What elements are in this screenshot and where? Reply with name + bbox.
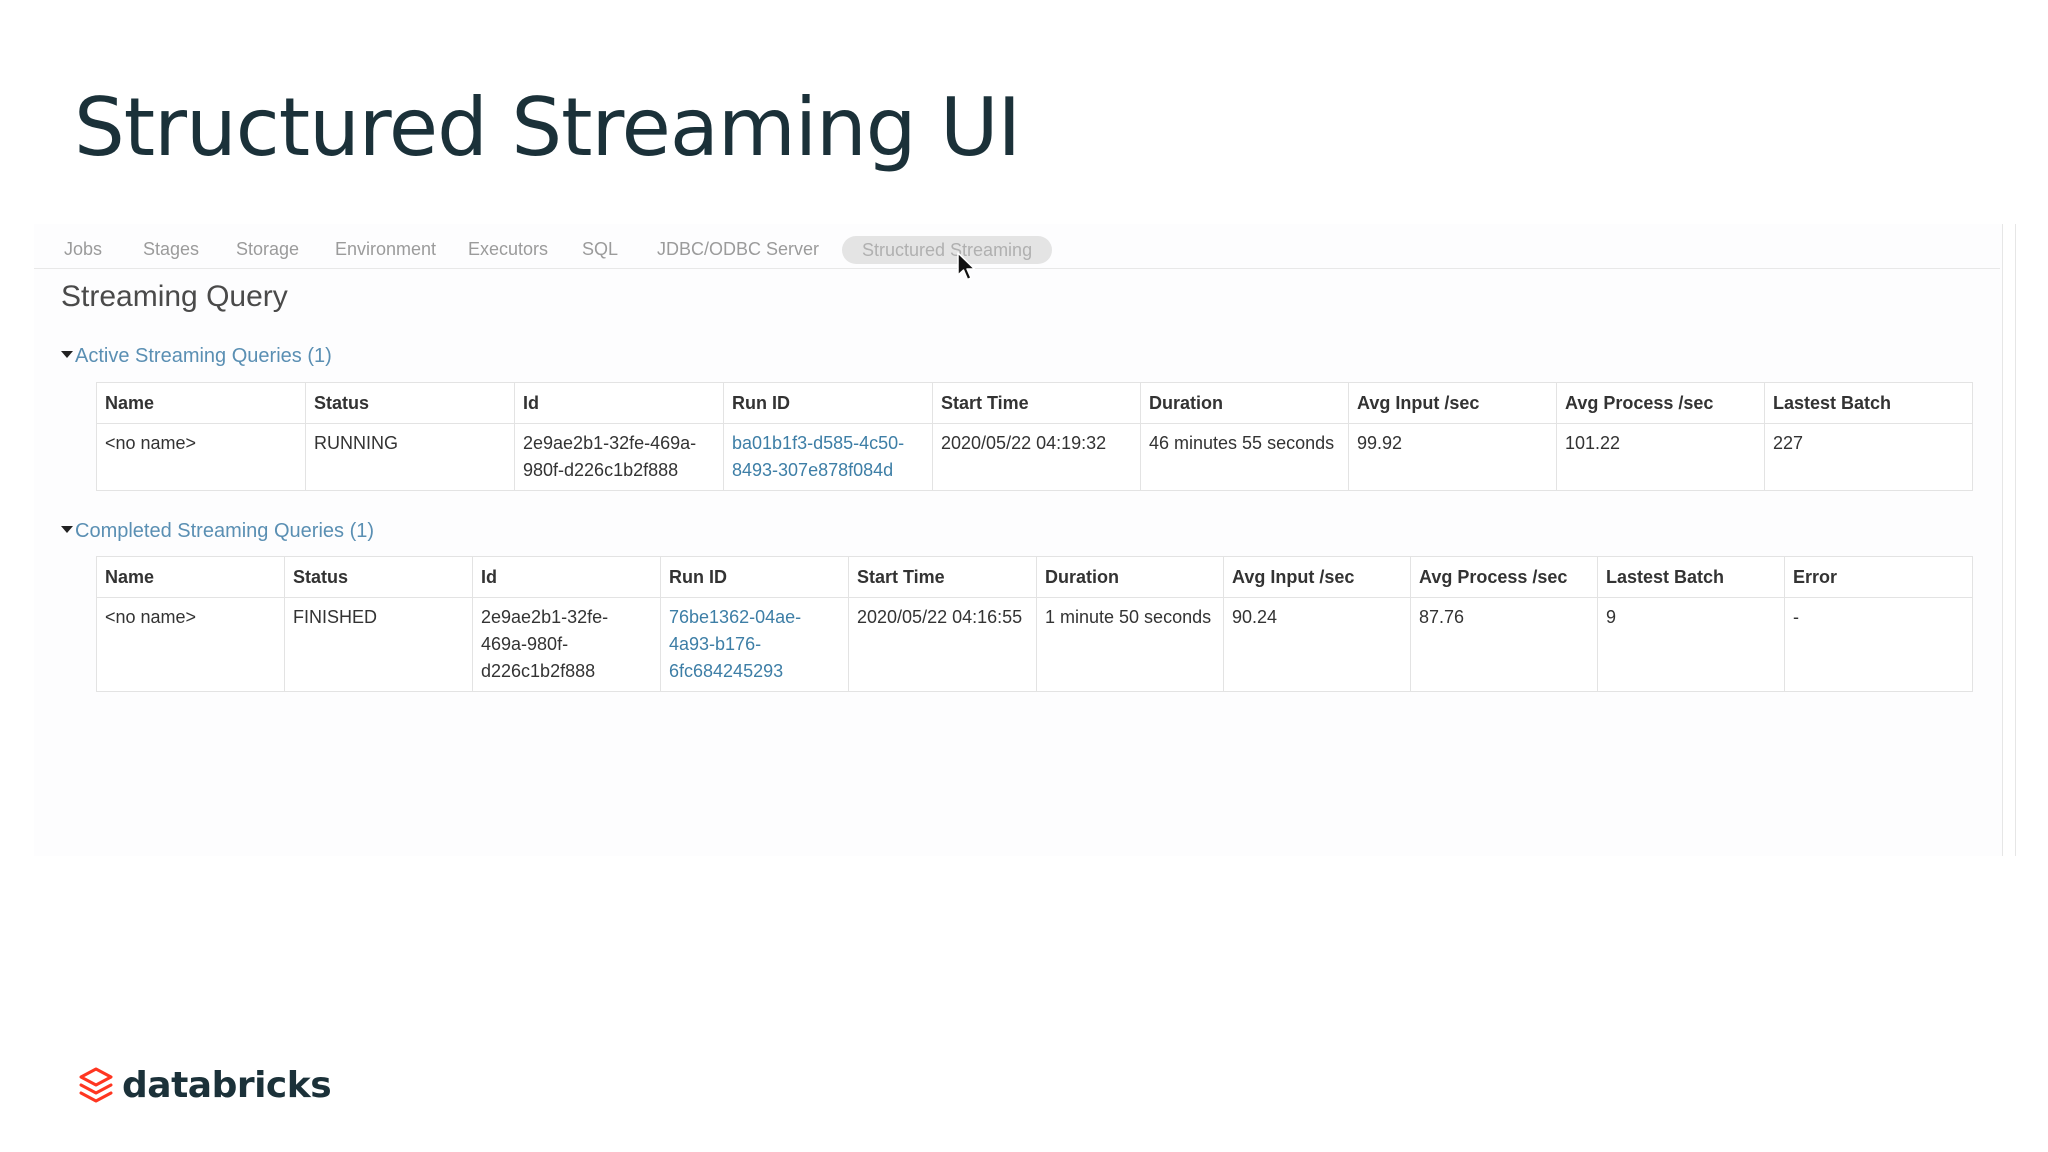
column-header-name[interactable]: Name xyxy=(96,556,285,598)
spark-nav-bar: Jobs Stages Storage Environment Executor… xyxy=(34,224,2000,269)
cell-status: RUNNING xyxy=(305,423,515,491)
tab-environment[interactable]: Environment xyxy=(335,238,436,260)
column-header-status[interactable]: Status xyxy=(305,382,515,424)
active-queries-label: Active Streaming Queries (1) xyxy=(75,345,332,367)
cell-name: <no name> xyxy=(96,597,285,692)
table-header-row: Name Status Id Run ID Start Time Duratio… xyxy=(96,556,1973,598)
column-header-avg-input[interactable]: Avg Input /sec xyxy=(1348,382,1557,424)
cell-avg-input: 99.92 xyxy=(1348,423,1557,491)
databricks-stack-icon xyxy=(79,1067,113,1103)
tab-storage[interactable]: Storage xyxy=(236,238,299,260)
active-queries-table: Name Status Id Run ID Start Time Duratio… xyxy=(96,382,1973,491)
slide-title: Structured Streaming UI xyxy=(74,81,1021,174)
cell-duration: 46 minutes 55 seconds xyxy=(1140,423,1349,491)
cell-error: - xyxy=(1784,597,1973,692)
column-header-avg-process[interactable]: Avg Process /sec xyxy=(1556,382,1765,424)
page-heading: Streaming Query xyxy=(61,280,288,313)
cell-name: <no name> xyxy=(96,423,306,491)
column-header-avg-input[interactable]: Avg Input /sec xyxy=(1223,556,1411,598)
tab-jobs[interactable]: Jobs xyxy=(64,238,102,260)
cell-avg-process: 87.76 xyxy=(1410,597,1598,692)
column-header-start-time[interactable]: Start Time xyxy=(848,556,1037,598)
cell-latest-batch: 9 xyxy=(1597,597,1785,692)
tab-jdbc-odbc-server[interactable]: JDBC/ODBC Server xyxy=(657,238,819,260)
table-row: <no name> RUNNING 2e9ae2b1-32fe-469a-980… xyxy=(96,423,1973,491)
table-header-row: Name Status Id Run ID Start Time Duratio… xyxy=(96,382,1973,424)
cell-avg-process: 101.22 xyxy=(1556,423,1765,491)
cell-start-time: 2020/05/22 04:19:32 xyxy=(932,423,1141,491)
databricks-logo: databricks xyxy=(78,1062,332,1108)
column-header-status[interactable]: Status xyxy=(284,556,473,598)
active-queries-toggle[interactable]: Active Streaming Queries (1) xyxy=(61,344,332,368)
cell-id: 2e9ae2b1-32fe-469a-980f-d226c1b2f888 xyxy=(472,597,661,692)
tab-stages[interactable]: Stages xyxy=(143,238,199,260)
column-header-id[interactable]: Id xyxy=(514,382,724,424)
completed-queries-label: Completed Streaming Queries (1) xyxy=(75,520,375,542)
column-header-duration[interactable]: Duration xyxy=(1036,556,1224,598)
logo-wordmark: databricks xyxy=(122,1064,332,1106)
column-header-avg-process[interactable]: Avg Process /sec xyxy=(1410,556,1598,598)
cell-start-time: 2020/05/22 04:16:55 xyxy=(848,597,1037,692)
tab-executors[interactable]: Executors xyxy=(468,238,548,260)
logo-layer-top xyxy=(79,1067,113,1087)
column-header-start-time[interactable]: Start Time xyxy=(932,382,1141,424)
tab-structured-streaming[interactable]: Structured Streaming xyxy=(842,236,1053,264)
mouse-cursor-icon xyxy=(957,252,976,281)
column-header-latest-batch[interactable]: Lastest Batch xyxy=(1764,382,1973,424)
column-header-run-id[interactable]: Run ID xyxy=(723,382,933,424)
cell-latest-batch: 227 xyxy=(1764,423,1973,491)
cell-id: 2e9ae2b1-32fe-469a-980f-d226c1b2f888 xyxy=(514,423,724,491)
column-header-error[interactable]: Error xyxy=(1784,556,1973,598)
spark-ui-screenshot: Jobs Stages Storage Environment Executor… xyxy=(34,224,2016,856)
cell-avg-input: 90.24 xyxy=(1223,597,1411,692)
column-header-duration[interactable]: Duration xyxy=(1140,382,1349,424)
column-header-id[interactable]: Id xyxy=(472,556,661,598)
run-id-link[interactable]: ba01b1f3-d585-4c50-8493-307e878f084d xyxy=(723,423,933,491)
table-row: <no name> FINISHED 2e9ae2b1-32fe-469a-98… xyxy=(96,597,1973,692)
collapse-arrow-icon xyxy=(61,351,73,359)
column-header-run-id[interactable]: Run ID xyxy=(660,556,849,598)
completed-queries-toggle[interactable]: Completed Streaming Queries (1) xyxy=(61,519,374,543)
collapse-arrow-icon xyxy=(61,526,73,534)
completed-queries-table: Name Status Id Run ID Start Time Duratio… xyxy=(96,556,1973,692)
cell-duration: 1 minute 50 seconds xyxy=(1036,597,1224,692)
tab-sql[interactable]: SQL xyxy=(582,238,618,260)
run-id-link[interactable]: 76be1362-04ae-4a93-b176-6fc684245293 xyxy=(660,597,849,692)
column-header-latest-batch[interactable]: Lastest Batch xyxy=(1597,556,1785,598)
column-header-name[interactable]: Name xyxy=(96,382,306,424)
cell-status: FINISHED xyxy=(284,597,473,692)
